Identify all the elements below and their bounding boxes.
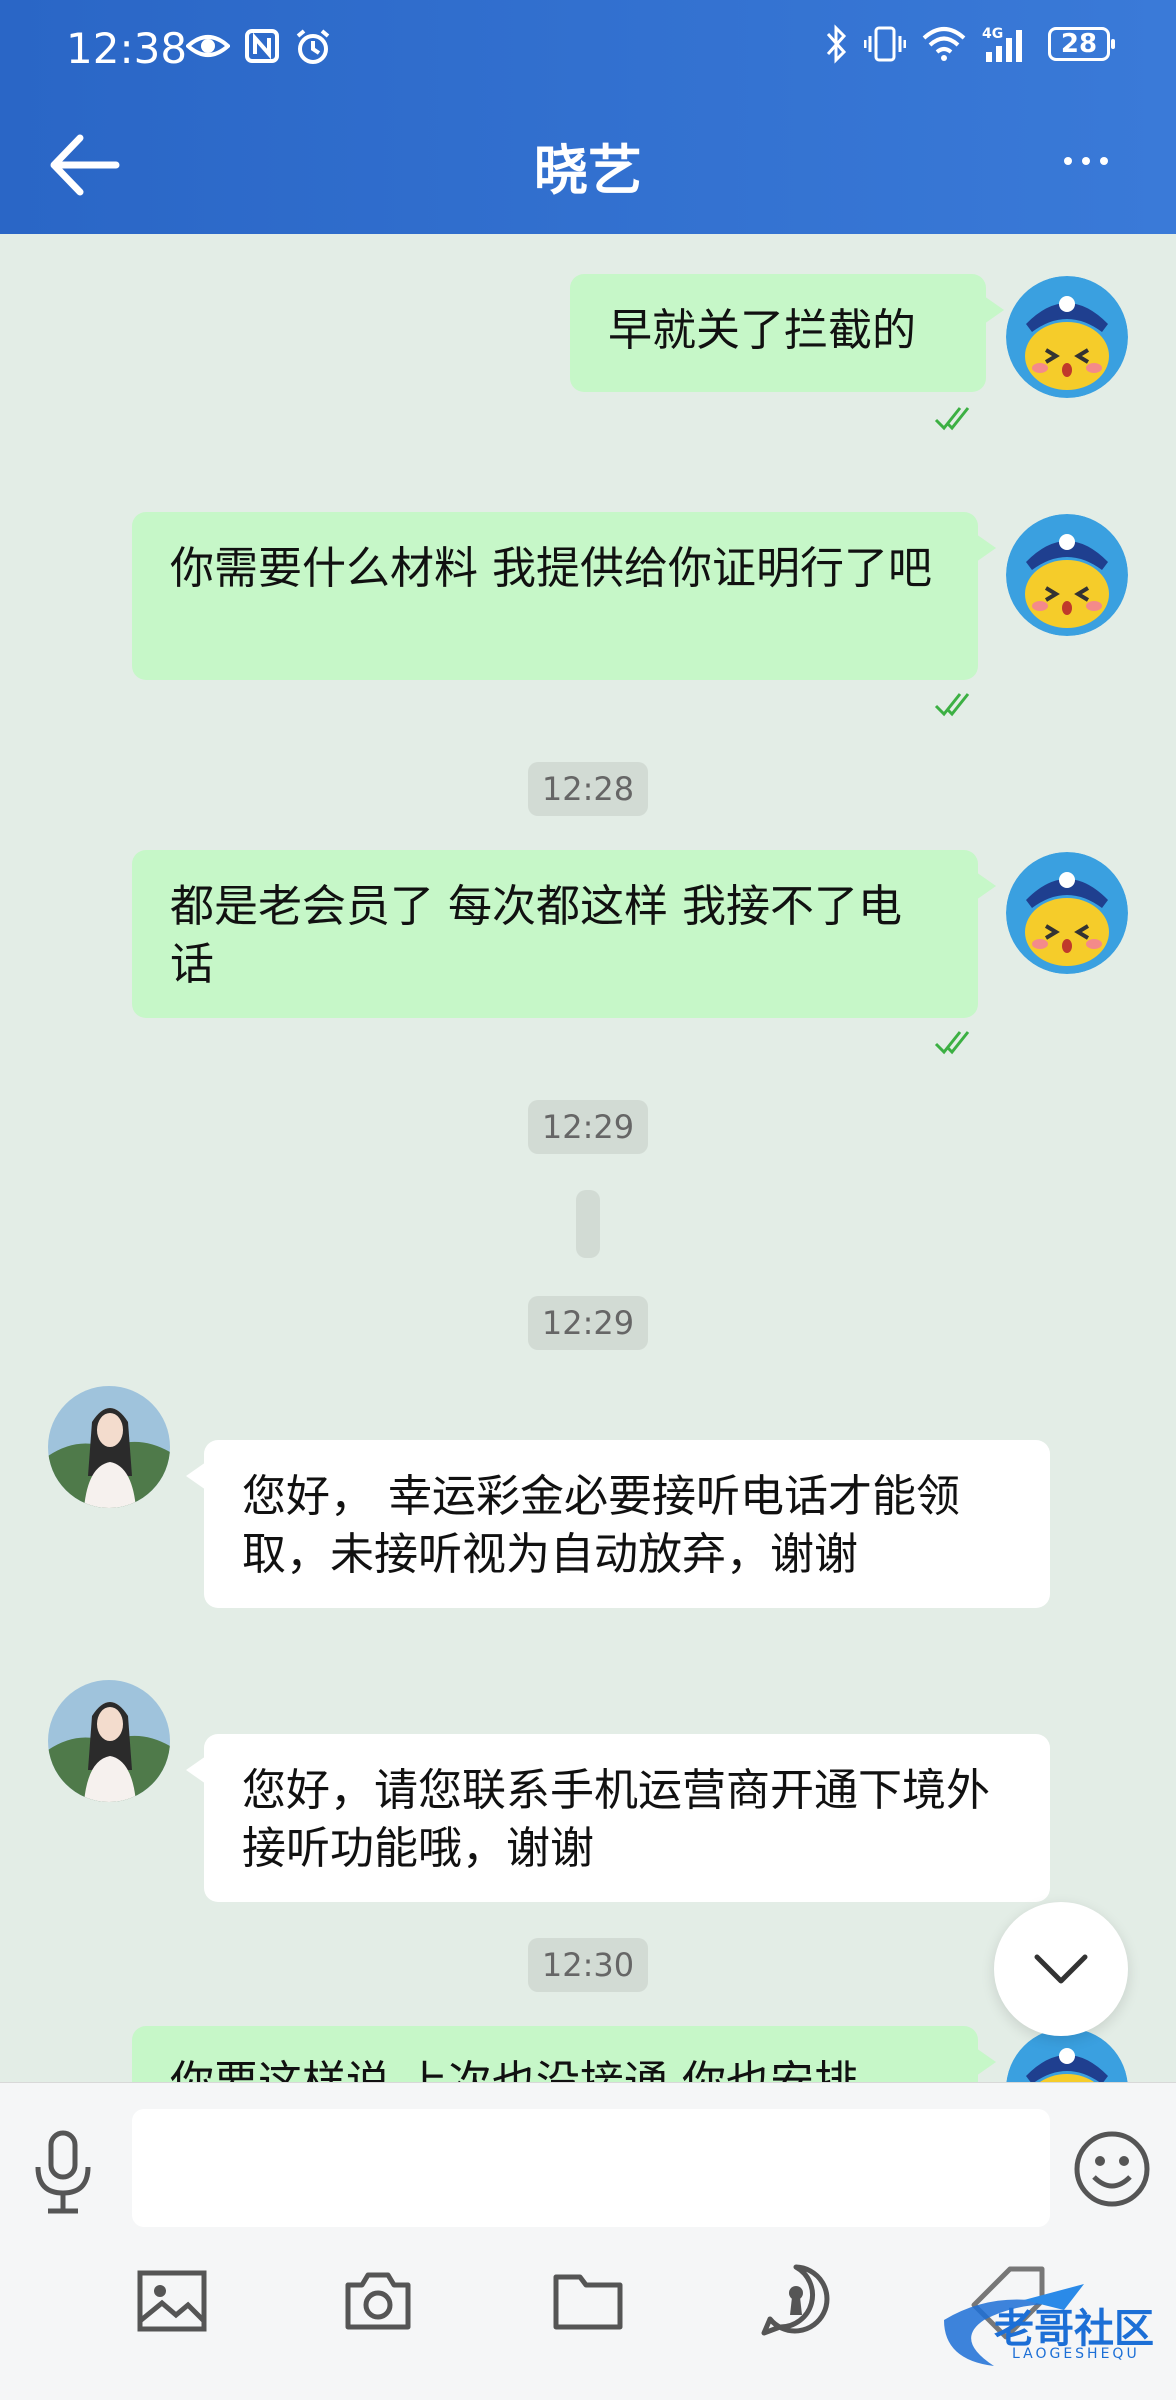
smiley-icon xyxy=(1074,2131,1150,2207)
header: 12:38 4G 28 晓艺 xyxy=(0,0,1176,234)
voice-input-button[interactable] xyxy=(28,2127,98,2217)
cartoon-cat-avatar-icon xyxy=(1006,514,1128,636)
nfc-icon xyxy=(245,29,279,63)
self-avatar[interactable] xyxy=(1006,852,1128,974)
timestamp: 12:30 xyxy=(528,1938,648,1992)
timestamp: 12:28 xyxy=(528,762,648,816)
chat-title: 晓艺 xyxy=(534,139,642,202)
more-dot xyxy=(1082,157,1090,165)
timestamp: 12:29 xyxy=(528,1100,648,1154)
incoming-message[interactable]: 您好， 幸运彩金必要接听电话才能领取，未接听视为自动放弃，谢谢 xyxy=(186,1440,1050,1608)
contact-avatar[interactable] xyxy=(48,1386,170,1508)
outgoing-message[interactable]: 你要这样说 上次也没接通 你也安排 xyxy=(132,2026,996,2082)
message-text: 您好，请您联系手机运营商开通下境外接听功能哦，谢谢 xyxy=(242,1765,990,1874)
image-button[interactable] xyxy=(132,2261,212,2341)
status-time: 12:38 xyxy=(66,24,188,73)
lock-message-button[interactable] xyxy=(756,2261,836,2341)
self-avatar[interactable] xyxy=(1006,514,1128,636)
camera-icon xyxy=(345,2272,411,2330)
outgoing-message[interactable]: 都是老会员了 每次都这样 我接不了电话 xyxy=(132,850,996,1018)
message-list[interactable]: 早就关了拦截的 你需要什么材料 我提供给你证明行了吧 12:28 都是老会员了 … xyxy=(0,234,1176,2082)
emoji-button[interactable] xyxy=(1072,2129,1152,2209)
vibrate-icon xyxy=(864,26,906,62)
message-input[interactable] xyxy=(132,2109,1050,2227)
watermark: 老哥社区 LAOGESHEQU xyxy=(934,2280,1164,2380)
contact-photo-icon xyxy=(48,1386,170,1508)
signal-4g-icon: 4G xyxy=(982,26,1022,62)
cartoon-cat-avatar-icon xyxy=(1006,276,1128,398)
more-options-button[interactable] xyxy=(1064,146,1124,176)
incoming-message[interactable]: 您好，请您联系手机运营商开通下境外接听功能哦，谢谢 xyxy=(186,1734,1050,1902)
folder-icon xyxy=(553,2274,623,2330)
double-check-icon xyxy=(934,1031,970,1055)
scroll-to-bottom-button[interactable] xyxy=(994,1902,1128,2036)
outgoing-message[interactable]: 早就关了拦截的 xyxy=(570,274,1004,392)
nav-bar: 晓艺 xyxy=(0,110,1176,220)
eye-icon xyxy=(186,35,230,57)
status-bar: 12:38 4G 28 xyxy=(0,0,1176,100)
camera-button[interactable] xyxy=(338,2261,418,2341)
message-text: 你需要什么材料 我提供给你证明行了吧 xyxy=(170,543,932,594)
message-text: 早就关了拦截的 xyxy=(608,305,916,356)
timestamp: 12:29 xyxy=(528,1296,648,1350)
svg-text:4G: 4G xyxy=(982,26,1003,42)
watermark-subtext: LAOGESHEQU xyxy=(1012,2346,1140,2362)
file-button[interactable] xyxy=(548,2261,628,2341)
cartoon-cat-avatar-icon xyxy=(1006,2028,1128,2082)
self-avatar[interactable] xyxy=(1006,276,1128,398)
message-text: 您好， 幸运彩金必要接听电话才能领取，未接听视为自动放弃，谢谢 xyxy=(242,1471,960,1580)
cartoon-cat-avatar-icon xyxy=(1006,852,1128,974)
battery-indicator: 28 xyxy=(1048,27,1115,61)
chat-screen: 12:38 4G 28 晓艺 早就关了拦截的 你需要什么材料 我提供给你证明行了… xyxy=(0,0,1176,2400)
alarm-icon xyxy=(296,29,330,64)
keyhole-icon xyxy=(761,2264,830,2336)
contact-avatar[interactable] xyxy=(48,1680,170,1802)
double-check-icon xyxy=(934,407,970,431)
self-avatar[interactable] xyxy=(1006,2028,1128,2082)
contact-photo-icon xyxy=(48,1680,170,1802)
message-text: 你要这样说 上次也没接通 你也安排 xyxy=(170,2057,858,2082)
status-left-icons xyxy=(186,28,332,66)
empty-message-placeholder xyxy=(576,1190,600,1258)
chevron-down-icon xyxy=(1034,1954,1088,1984)
microphone-icon xyxy=(35,2130,91,2214)
more-dot xyxy=(1064,157,1072,165)
double-check-icon xyxy=(934,693,970,717)
image-icon xyxy=(137,2270,207,2332)
status-right-icons: 4G 28 xyxy=(824,24,1115,64)
wifi-icon xyxy=(922,27,966,61)
message-text: 都是老会员了 每次都这样 我接不了电话 xyxy=(170,881,902,990)
more-dot xyxy=(1100,157,1108,165)
bluetooth-icon xyxy=(826,24,847,64)
outgoing-message[interactable]: 你需要什么材料 我提供给你证明行了吧 xyxy=(132,512,996,680)
